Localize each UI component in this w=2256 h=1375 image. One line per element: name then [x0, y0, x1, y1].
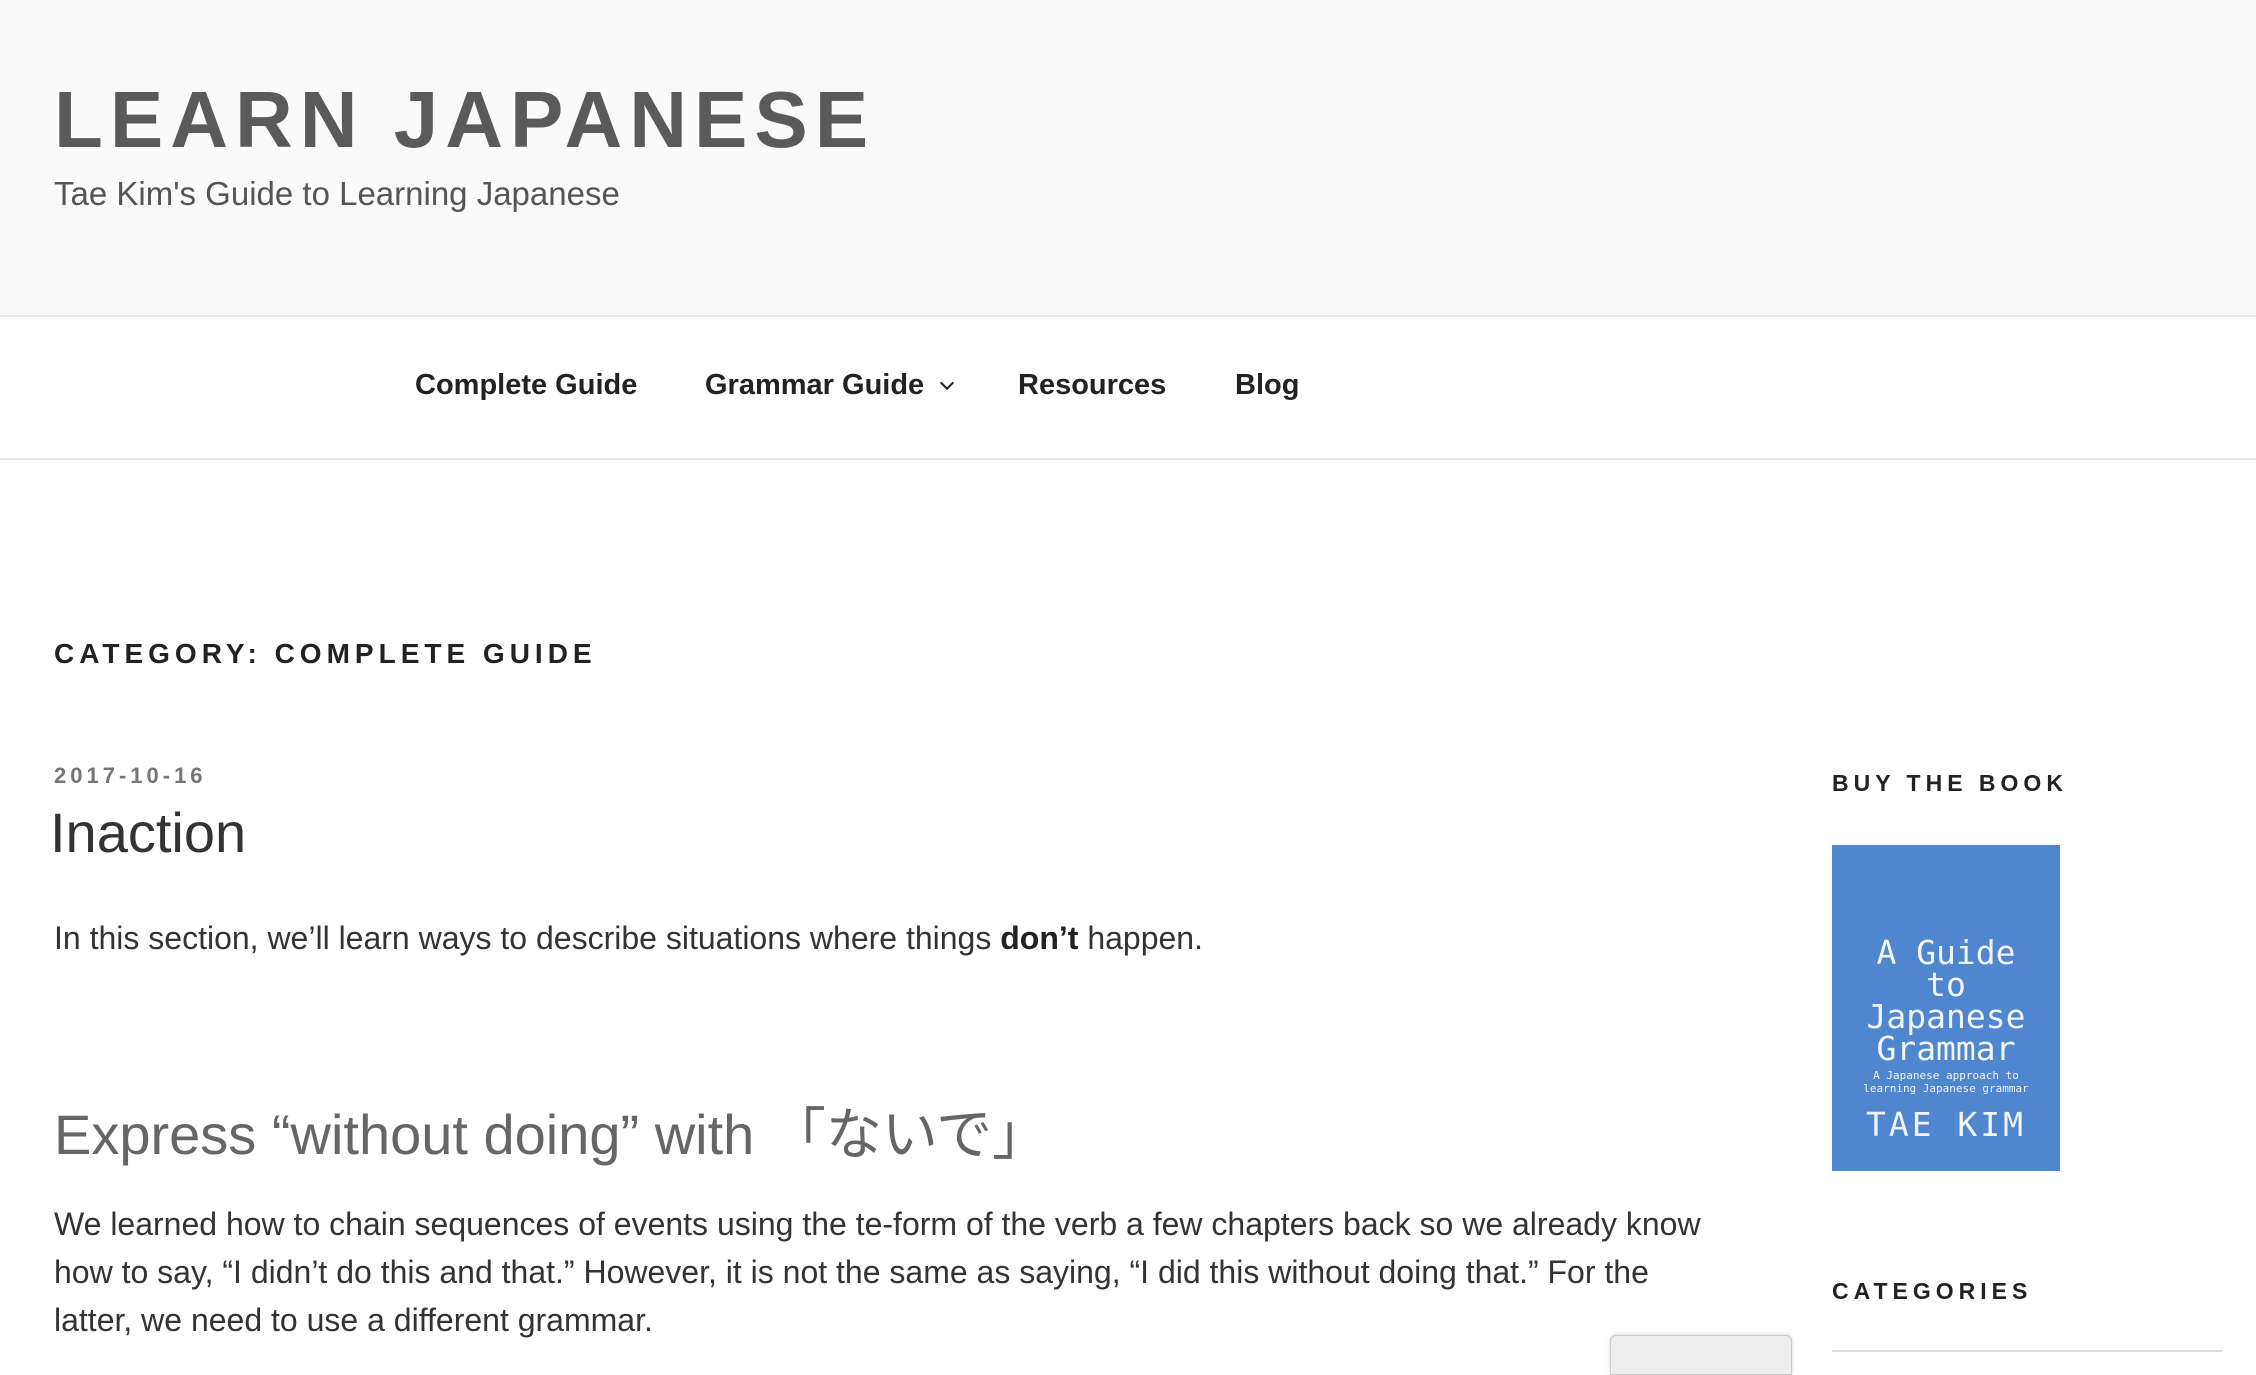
nav-item-grammar-guide[interactable]: Grammar Guide — [705, 369, 955, 402]
section-heading: Express “without doing” with 「ないで」 — [54, 1103, 1049, 1166]
book-author: TAE KIM — [1865, 1105, 2027, 1144]
post-intro: In this section, we’ll learn ways to des… — [54, 914, 1203, 962]
main-navigation: Complete Guide Grammar Guide Resources B… — [0, 317, 2256, 460]
book-title-line: Grammar — [1876, 1029, 2016, 1068]
categories-widget-title: CATEGORIES — [1832, 1278, 2033, 1304]
floating-tab[interactable] — [1610, 1335, 1792, 1375]
nav-item-blog[interactable]: Blog — [1235, 369, 1299, 402]
nav-item-label: Grammar Guide — [705, 369, 925, 401]
post-title[interactable]: Inaction — [50, 800, 246, 865]
nav-item-resources[interactable]: Resources — [1018, 369, 1166, 402]
site-title[interactable]: LEARN JAPANESE — [54, 80, 875, 160]
widget-divider — [1832, 1350, 2222, 1352]
site-description: Tae Kim's Guide to Learning Japanese — [54, 175, 620, 212]
chevron-down-icon[interactable] — [940, 375, 955, 391]
post-paragraph: We learned how to chain sequences of eve… — [54, 1206, 1701, 1338]
intro-text-end: happen. — [1078, 920, 1203, 956]
site-header: LEARN JAPANESE Tae Kim's Guide to Learni… — [0, 0, 2256, 317]
book-subtitle-line: A Japanese approach to — [1873, 1069, 2019, 1082]
nav-item-complete-guide[interactable]: Complete Guide — [415, 369, 637, 402]
intro-bold: don’t — [1000, 920, 1079, 956]
page-title: CATEGORY: COMPLETE GUIDE — [54, 638, 597, 669]
book-title: A Guide to Japanese Grammar — [1832, 936, 2060, 1068]
intro-text: In this section, we’ll learn ways to des… — [54, 920, 1001, 956]
buy-book-widget-title: BUY THE BOOK — [1832, 770, 2068, 796]
book-cover-image[interactable]: A Guide to Japanese Grammar A Japanese a… — [1832, 845, 2060, 1171]
post-date[interactable]: 2017-10-16 — [54, 763, 207, 789]
book-subtitle: A Japanese approach to learning Japanese… — [1832, 1069, 2060, 1095]
book-subtitle-line: learning Japanese grammar — [1863, 1082, 2029, 1095]
